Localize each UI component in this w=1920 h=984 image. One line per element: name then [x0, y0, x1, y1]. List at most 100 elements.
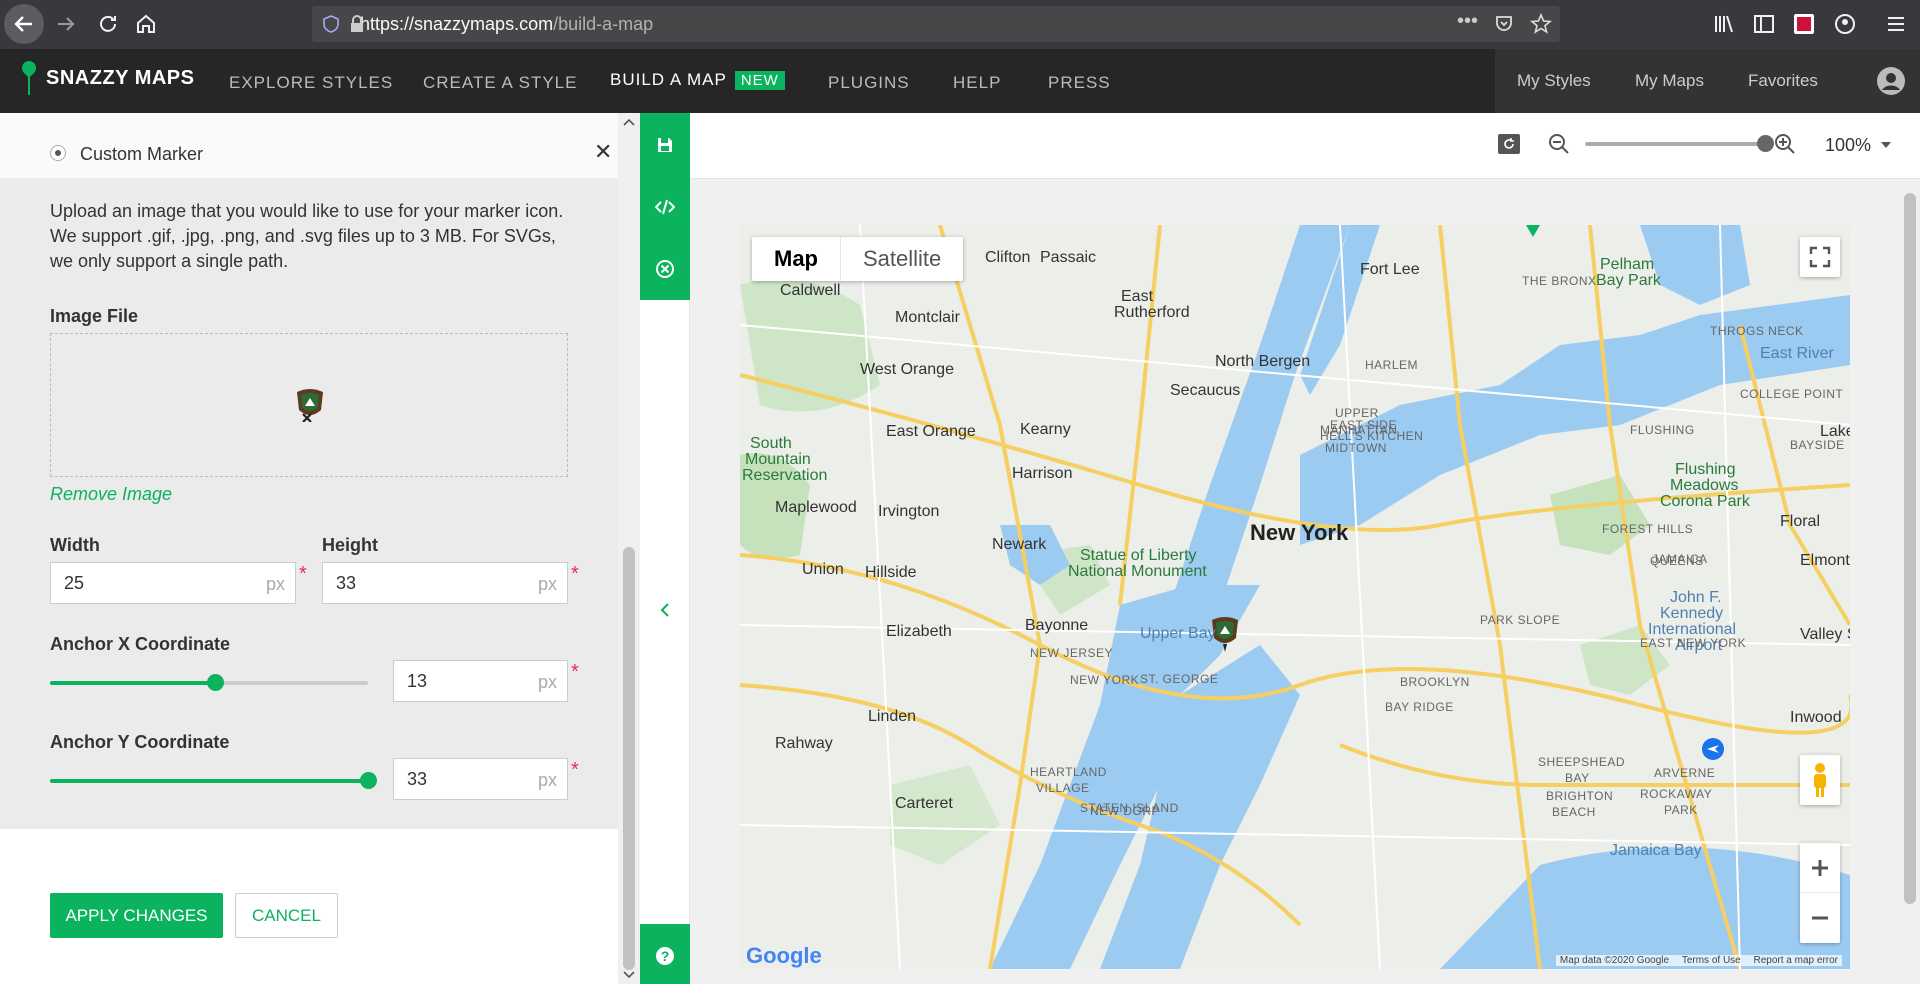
zoom-level[interactable]: 100%	[1825, 135, 1871, 156]
help-icon[interactable]: ?	[655, 946, 675, 966]
map-type-map[interactable]: Map	[752, 237, 841, 281]
street-view-button[interactable]	[1800, 755, 1840, 805]
url-bar[interactable]: https://snazzymaps.com/build-a-map •••	[312, 6, 1560, 42]
anchor-y-slider-handle[interactable]	[360, 772, 377, 789]
map-label: BAY RIDGE	[1385, 700, 1454, 714]
map-label: SHEEPSHEAD	[1538, 755, 1626, 769]
minus-icon	[1812, 916, 1828, 920]
anchor-y-slider[interactable]	[50, 772, 377, 789]
map-label: Fort Lee	[1360, 261, 1420, 278]
width-input[interactable]: 25 px	[50, 562, 296, 604]
panel-scrollbar-thumb[interactable]	[623, 547, 635, 970]
bookmark-star-icon[interactable]	[1530, 13, 1552, 35]
anchor-x-input[interactable]: 13 px	[393, 660, 568, 702]
map-label: Valley St	[1800, 626, 1850, 643]
map-label: Hillside	[865, 564, 917, 581]
anchor-x-slider[interactable]	[50, 674, 368, 691]
panel-scrollbar[interactable]	[618, 113, 640, 984]
forward-arrow-icon[interactable]	[54, 12, 78, 42]
reload-icon[interactable]	[96, 12, 120, 42]
zoom-in-icon[interactable]	[1774, 133, 1796, 155]
menu-icon[interactable]	[1884, 12, 1908, 36]
home-icon[interactable]	[134, 12, 158, 42]
nav-plugins[interactable]: PLUGINS	[828, 73, 910, 93]
map-scrollbar[interactable]	[1900, 179, 1920, 984]
clear-icon[interactable]	[655, 259, 675, 279]
zoom-slider-handle[interactable]	[1757, 135, 1774, 152]
map-toolbar: 100%	[690, 113, 1920, 179]
terms-link[interactable]: Terms of Use	[1682, 955, 1741, 966]
chevron-down-icon[interactable]	[1881, 141, 1891, 149]
zoom-slider[interactable]	[1585, 135, 1774, 152]
browser-toolbar: https://snazzymaps.com/build-a-map •••	[0, 0, 1920, 49]
site-logo[interactable]: SNAZZY MAPS	[22, 61, 194, 95]
zoom-out-icon[interactable]	[1548, 133, 1570, 155]
map-label: FOREST HILLS	[1602, 522, 1694, 536]
my-maps-link[interactable]: My Maps	[1635, 71, 1704, 91]
my-styles-link[interactable]: My Styles	[1517, 71, 1591, 91]
anchor-y-input[interactable]: 33 px	[393, 758, 568, 800]
anchor-y-slider-fill	[50, 779, 368, 783]
url-text[interactable]: https://snazzymaps.com/build-a-map	[360, 14, 653, 35]
map-label: Lake Succ	[1820, 423, 1850, 440]
collapse-strip	[640, 300, 690, 924]
collapse-chevron-icon[interactable]	[660, 602, 670, 618]
map-label: Rahway	[775, 735, 833, 752]
custom-marker-option[interactable]: Custom Marker ✕	[0, 113, 618, 179]
map-label: Reservation	[742, 467, 828, 484]
back-button[interactable]	[4, 4, 44, 44]
map-label: COLLEGE POINT	[1740, 387, 1844, 401]
scroll-up-icon[interactable]	[623, 117, 635, 127]
map-label: EAST NEW YORK	[1640, 636, 1747, 650]
nav-press[interactable]: PRESS	[1048, 73, 1111, 93]
extension-icon[interactable]	[1794, 14, 1814, 34]
height-input[interactable]: 33 px	[322, 562, 568, 604]
close-icon[interactable]: ✕	[594, 139, 612, 165]
new-badge: NEW	[734, 71, 785, 90]
reset-icon[interactable]	[1497, 133, 1521, 155]
save-icon[interactable]	[655, 135, 675, 155]
lock-icon[interactable]	[348, 14, 366, 34]
anchor-x-slider-handle[interactable]	[207, 674, 225, 691]
anchor-x-slider-fill	[50, 681, 216, 685]
map-label: BRIGHTON	[1546, 789, 1614, 803]
map-label: FLUSHING	[1630, 423, 1695, 437]
height-label: Height	[322, 535, 378, 555]
map-preview[interactable]: Map Satellite New York Newark Statue of Li…	[740, 225, 1850, 969]
help-strip: ?	[640, 924, 690, 984]
anchor-y-label: Anchor Y Coordinate	[50, 732, 230, 752]
pocket-icon[interactable]	[1494, 14, 1514, 34]
map-label: NEW DORP	[1090, 804, 1160, 818]
apply-changes-button[interactable]: APPLY CHANGES	[50, 893, 223, 938]
nav-create-style[interactable]: CREATE A STYLE	[423, 73, 577, 93]
nav-help[interactable]: HELP	[953, 73, 1001, 93]
map-zoom-out-button[interactable]	[1800, 893, 1840, 943]
map-scrollbar-thumb[interactable]	[1904, 193, 1916, 904]
cancel-button[interactable]: CANCEL	[235, 893, 338, 938]
nav-explore-styles[interactable]: EXPLORE STYLES	[229, 73, 393, 93]
code-icon[interactable]	[655, 197, 675, 217]
fullscreen-button[interactable]	[1800, 237, 1840, 277]
tracking-shield-icon[interactable]	[322, 15, 340, 33]
map-zoom-in-button[interactable]	[1800, 843, 1840, 893]
user-avatar-icon[interactable]	[1877, 67, 1905, 95]
map-label: ST. GEORGE	[1140, 672, 1219, 686]
map-label: Bay Park	[1596, 272, 1661, 289]
scroll-down-icon[interactable]	[623, 970, 635, 980]
image-dropzone[interactable]	[50, 333, 568, 477]
custom-marker-radio[interactable]	[50, 145, 66, 161]
library-icon[interactable]	[1712, 12, 1736, 36]
page-actions-icon[interactable]: •••	[1457, 10, 1478, 33]
map-label: BROOKLYN	[1400, 675, 1470, 689]
map-label: MIDTOWN	[1325, 441, 1387, 455]
svg-text:?: ?	[661, 948, 670, 964]
sidebar-icon[interactable]	[1752, 12, 1776, 36]
fullscreen-icon	[1809, 246, 1831, 268]
map-type-satellite[interactable]: Satellite	[841, 237, 963, 281]
account-icon[interactable]	[1833, 12, 1857, 36]
favorites-link[interactable]: Favorites	[1748, 71, 1818, 91]
report-link[interactable]: Report a map error	[1754, 955, 1838, 966]
nav-build-map[interactable]: BUILD A MAP NEW	[610, 70, 785, 90]
map-label: Passaic	[1040, 249, 1097, 266]
remove-image-link[interactable]: Remove Image	[50, 484, 172, 505]
